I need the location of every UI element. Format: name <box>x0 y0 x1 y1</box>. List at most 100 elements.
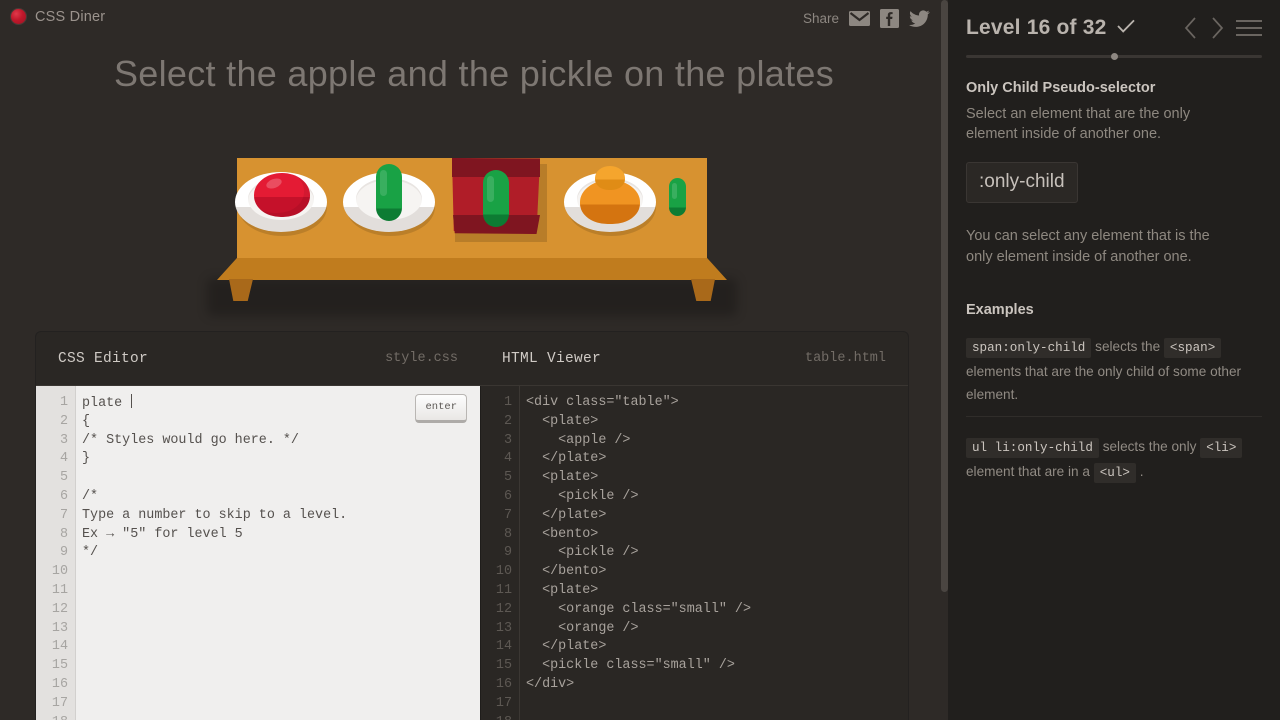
code-line: <bento> <box>526 526 599 542</box>
css-editor-pane[interactable]: 123456789101112131415161718 plate {/* St… <box>36 386 480 720</box>
example-item: ul li:only-child selects the only <li> e… <box>966 416 1262 485</box>
line-number: 3 <box>59 432 68 448</box>
css-editor-header: CSS Editor style.css <box>36 332 480 385</box>
editor-divider <box>480 386 481 720</box>
code-line: </div> <box>526 676 575 692</box>
line-number: 15 <box>495 658 512 674</box>
editor-bodies: 123456789101112131415161718 plate {/* St… <box>36 386 908 720</box>
sidebar-nav <box>1184 17 1262 39</box>
email-icon[interactable] <box>849 11 870 26</box>
html-gutter-border <box>519 386 520 720</box>
html-viewer-filename: table.html <box>804 351 886 366</box>
code-line: /* <box>82 488 99 504</box>
example-item: span:only-child selects the <span> eleme… <box>966 335 1262 406</box>
pickle-item[interactable] <box>376 164 402 221</box>
chevron-left-icon[interactable] <box>1184 17 1198 39</box>
css-editor-filename: style.css <box>385 351 458 366</box>
line-number: 10 <box>495 564 512 580</box>
line-number: 14 <box>51 639 68 655</box>
enter-button[interactable]: enter <box>415 394 467 423</box>
line-number: 14 <box>495 639 512 655</box>
hamburger-menu-icon[interactable] <box>1236 18 1262 38</box>
pickle-item[interactable] <box>669 178 686 216</box>
dining-table <box>207 150 737 320</box>
line-number: 15 <box>51 658 68 674</box>
facebook-icon[interactable] <box>880 9 899 28</box>
line-number: 17 <box>495 695 512 711</box>
line-number: 16 <box>51 676 68 692</box>
plate-with-oranges[interactable] <box>564 166 656 236</box>
brand-name: CSS Diner <box>35 8 106 25</box>
pickle-item[interactable] <box>483 170 509 227</box>
line-number: 8 <box>59 526 68 542</box>
example-inline-code: <li> <box>1200 438 1243 458</box>
line-number: 9 <box>59 545 68 561</box>
line-number: 10 <box>51 564 68 580</box>
line-number: 4 <box>503 451 512 467</box>
sidebar-header: Level 16 of 32 <box>966 0 1262 40</box>
line-number: 6 <box>59 488 68 504</box>
table-scene <box>0 140 948 320</box>
pickle-small-on-table[interactable] <box>669 178 686 216</box>
code-line: <pickle /> <box>526 488 639 504</box>
orange-small-item[interactable] <box>595 166 625 190</box>
text-caret <box>131 394 133 408</box>
code-line: <orange class="small" /> <box>526 601 751 617</box>
line-number: 16 <box>495 676 512 692</box>
help-sidebar: Level 16 of 32 Only Child Pseudo-selecto… <box>948 0 1280 720</box>
line-number: 18 <box>480 714 518 720</box>
level-indicator[interactable]: Level 16 of 32 <box>966 16 1135 40</box>
html-viewer-pane: 123456789101112131415161718 <div class="… <box>480 386 908 720</box>
example-inline-code: <span> <box>1163 338 1222 358</box>
plate-with-pickle[interactable] <box>343 164 435 236</box>
table-edge <box>217 258 727 280</box>
html-viewer-title: HTML Viewer <box>502 350 602 367</box>
example-text-tail: . <box>1139 464 1144 479</box>
lesson-title: Only Child Pseudo-selector <box>966 80 1156 96</box>
page-scrollbar[interactable] <box>941 0 948 592</box>
lesson-description: Select an element that are the only elem… <box>966 106 1191 142</box>
line-number: 3 <box>503 432 512 448</box>
plate-with-apple[interactable] <box>235 168 327 236</box>
line-number: 17 <box>51 695 68 711</box>
bento-box[interactable] <box>452 158 547 242</box>
line-number: 8 <box>503 526 512 542</box>
html-line-numbers: 123456789101112131415161718 <box>480 394 518 720</box>
code-line: </plate> <box>526 451 607 467</box>
apple-logo-icon <box>10 8 27 25</box>
table-shadow <box>207 278 737 316</box>
check-icon <box>1116 19 1135 38</box>
code-line: <plate> <box>526 470 599 486</box>
share-group: Share <box>803 9 930 28</box>
code-line: Type a number to skip to a level. <box>82 507 348 523</box>
code-line: */ <box>82 545 99 561</box>
line-number: 11 <box>495 582 512 598</box>
css-code-lines[interactable]: plate {/* Styles would go here. */}/* Typ… <box>82 394 474 720</box>
lesson-help-text: You can select any element that is the o… <box>966 228 1210 265</box>
line-number: 1 <box>503 395 512 410</box>
brand[interactable]: CSS Diner <box>10 8 105 25</box>
chevron-right-icon[interactable] <box>1210 17 1224 39</box>
line-number: 7 <box>59 507 68 523</box>
progress-marker <box>1110 53 1118 60</box>
code-line: /* Styles would go here. */ <box>82 432 299 448</box>
example-text-mid: element that are in a <box>966 464 1090 479</box>
apple-item[interactable] <box>254 173 310 217</box>
editor-headers: CSS Editor style.css HTML Viewer table.h… <box>36 332 908 386</box>
page-title: Select the apple and the pickle on the p… <box>114 53 834 94</box>
example-inline-code-2: <ul> <box>1093 463 1136 483</box>
code-line: <plate> <box>526 582 599 598</box>
twitter-icon[interactable] <box>909 9 930 28</box>
html-code-lines: <div class="table"> <plate> <apple /> </… <box>526 394 902 720</box>
